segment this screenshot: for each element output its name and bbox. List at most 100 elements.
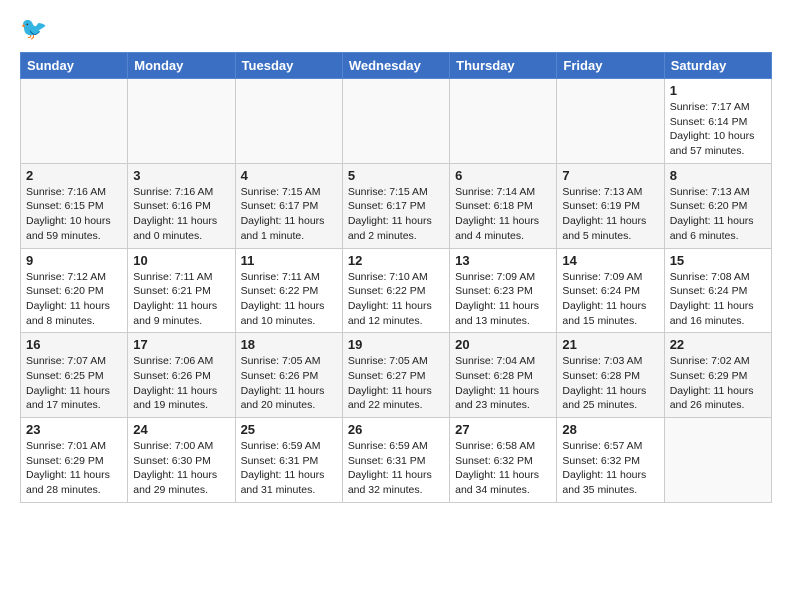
calendar-day-cell: 16 Sunrise: 7:07 AM Sunset: 6:25 PM Dayli…	[21, 333, 128, 418]
day-number: 17	[133, 337, 229, 352]
calendar-day-cell	[128, 79, 235, 164]
calendar-day-cell: 17 Sunrise: 7:06 AM Sunset: 6:26 PM Dayli…	[128, 333, 235, 418]
day-info: Sunrise: 7:16 AM Sunset: 6:15 PM Dayligh…	[26, 185, 122, 244]
calendar-day-cell: 18 Sunrise: 7:05 AM Sunset: 6:26 PM Dayli…	[235, 333, 342, 418]
page: 🐦 SundayMondayTuesdayWednesdayThursdayFr…	[0, 0, 792, 519]
day-number: 19	[348, 337, 444, 352]
calendar-day-cell	[450, 79, 557, 164]
day-info: Sunrise: 7:00 AM Sunset: 6:30 PM Dayligh…	[133, 439, 229, 498]
day-number: 10	[133, 253, 229, 268]
day-number: 9	[26, 253, 122, 268]
day-info: Sunrise: 7:05 AM Sunset: 6:26 PM Dayligh…	[241, 354, 337, 413]
calendar-day-cell: 12 Sunrise: 7:10 AM Sunset: 6:22 PM Dayli…	[342, 248, 449, 333]
day-number: 3	[133, 168, 229, 183]
day-info: Sunrise: 7:02 AM Sunset: 6:29 PM Dayligh…	[670, 354, 766, 413]
calendar-day-cell: 15 Sunrise: 7:08 AM Sunset: 6:24 PM Dayli…	[664, 248, 771, 333]
day-info: Sunrise: 7:13 AM Sunset: 6:20 PM Dayligh…	[670, 185, 766, 244]
day-info: Sunrise: 7:10 AM Sunset: 6:22 PM Dayligh…	[348, 270, 444, 329]
day-number: 20	[455, 337, 551, 352]
day-number: 23	[26, 422, 122, 437]
day-number: 28	[562, 422, 658, 437]
day-number: 7	[562, 168, 658, 183]
day-info: Sunrise: 7:09 AM Sunset: 6:23 PM Dayligh…	[455, 270, 551, 329]
calendar-day-cell: 2 Sunrise: 7:16 AM Sunset: 6:15 PM Daylig…	[21, 163, 128, 248]
calendar-day-cell: 28 Sunrise: 6:57 AM Sunset: 6:32 PM Dayli…	[557, 418, 664, 503]
day-info: Sunrise: 7:11 AM Sunset: 6:22 PM Dayligh…	[241, 270, 337, 329]
day-info: Sunrise: 7:04 AM Sunset: 6:28 PM Dayligh…	[455, 354, 551, 413]
day-info: Sunrise: 7:06 AM Sunset: 6:26 PM Dayligh…	[133, 354, 229, 413]
day-number: 24	[133, 422, 229, 437]
day-info: Sunrise: 7:16 AM Sunset: 6:16 PM Dayligh…	[133, 185, 229, 244]
day-number: 16	[26, 337, 122, 352]
day-info: Sunrise: 7:01 AM Sunset: 6:29 PM Dayligh…	[26, 439, 122, 498]
day-number: 2	[26, 168, 122, 183]
calendar-day-header: Thursday	[450, 53, 557, 79]
calendar-header-row: SundayMondayTuesdayWednesdayThursdayFrid…	[21, 53, 772, 79]
calendar-day-cell: 20 Sunrise: 7:04 AM Sunset: 6:28 PM Dayli…	[450, 333, 557, 418]
day-info: Sunrise: 6:59 AM Sunset: 6:31 PM Dayligh…	[241, 439, 337, 498]
day-number: 8	[670, 168, 766, 183]
calendar-day-cell	[342, 79, 449, 164]
day-number: 25	[241, 422, 337, 437]
day-info: Sunrise: 7:17 AM Sunset: 6:14 PM Dayligh…	[670, 100, 766, 159]
calendar-day-cell: 4 Sunrise: 7:15 AM Sunset: 6:17 PM Daylig…	[235, 163, 342, 248]
calendar-week-row: 23 Sunrise: 7:01 AM Sunset: 6:29 PM Dayli…	[21, 418, 772, 503]
calendar-day-header: Sunday	[21, 53, 128, 79]
day-number: 12	[348, 253, 444, 268]
day-info: Sunrise: 7:12 AM Sunset: 6:20 PM Dayligh…	[26, 270, 122, 329]
calendar-day-cell: 14 Sunrise: 7:09 AM Sunset: 6:24 PM Dayli…	[557, 248, 664, 333]
calendar-week-row: 2 Sunrise: 7:16 AM Sunset: 6:15 PM Daylig…	[21, 163, 772, 248]
calendar-day-cell: 26 Sunrise: 6:59 AM Sunset: 6:31 PM Dayli…	[342, 418, 449, 503]
calendar-day-cell: 3 Sunrise: 7:16 AM Sunset: 6:16 PM Daylig…	[128, 163, 235, 248]
logo: 🐦	[20, 16, 51, 42]
calendar-day-cell	[557, 79, 664, 164]
calendar-day-cell: 23 Sunrise: 7:01 AM Sunset: 6:29 PM Dayli…	[21, 418, 128, 503]
calendar-day-header: Wednesday	[342, 53, 449, 79]
day-number: 26	[348, 422, 444, 437]
day-info: Sunrise: 7:11 AM Sunset: 6:21 PM Dayligh…	[133, 270, 229, 329]
day-number: 22	[670, 337, 766, 352]
day-number: 27	[455, 422, 551, 437]
day-number: 21	[562, 337, 658, 352]
calendar-day-cell: 11 Sunrise: 7:11 AM Sunset: 6:22 PM Dayli…	[235, 248, 342, 333]
day-info: Sunrise: 7:09 AM Sunset: 6:24 PM Dayligh…	[562, 270, 658, 329]
calendar-day-cell	[235, 79, 342, 164]
day-info: Sunrise: 6:58 AM Sunset: 6:32 PM Dayligh…	[455, 439, 551, 498]
calendar-day-cell	[21, 79, 128, 164]
calendar-day-cell: 19 Sunrise: 7:05 AM Sunset: 6:27 PM Dayli…	[342, 333, 449, 418]
day-info: Sunrise: 7:15 AM Sunset: 6:17 PM Dayligh…	[348, 185, 444, 244]
calendar-day-cell: 10 Sunrise: 7:11 AM Sunset: 6:21 PM Dayli…	[128, 248, 235, 333]
calendar-day-cell: 7 Sunrise: 7:13 AM Sunset: 6:19 PM Daylig…	[557, 163, 664, 248]
day-number: 18	[241, 337, 337, 352]
calendar-day-cell: 5 Sunrise: 7:15 AM Sunset: 6:17 PM Daylig…	[342, 163, 449, 248]
calendar-day-cell: 27 Sunrise: 6:58 AM Sunset: 6:32 PM Dayli…	[450, 418, 557, 503]
day-number: 11	[241, 253, 337, 268]
day-number: 1	[670, 83, 766, 98]
day-info: Sunrise: 7:05 AM Sunset: 6:27 PM Dayligh…	[348, 354, 444, 413]
calendar-day-cell: 1 Sunrise: 7:17 AM Sunset: 6:14 PM Daylig…	[664, 79, 771, 164]
calendar-day-header: Tuesday	[235, 53, 342, 79]
day-info: Sunrise: 7:07 AM Sunset: 6:25 PM Dayligh…	[26, 354, 122, 413]
day-number: 5	[348, 168, 444, 183]
logo-bird-icon: 🐦	[20, 16, 47, 42]
calendar-week-row: 16 Sunrise: 7:07 AM Sunset: 6:25 PM Dayli…	[21, 333, 772, 418]
day-info: Sunrise: 7:03 AM Sunset: 6:28 PM Dayligh…	[562, 354, 658, 413]
day-number: 15	[670, 253, 766, 268]
calendar-day-cell: 9 Sunrise: 7:12 AM Sunset: 6:20 PM Daylig…	[21, 248, 128, 333]
day-info: Sunrise: 7:13 AM Sunset: 6:19 PM Dayligh…	[562, 185, 658, 244]
calendar-table: SundayMondayTuesdayWednesdayThursdayFrid…	[20, 52, 772, 503]
calendar-week-row: 9 Sunrise: 7:12 AM Sunset: 6:20 PM Daylig…	[21, 248, 772, 333]
day-info: Sunrise: 7:08 AM Sunset: 6:24 PM Dayligh…	[670, 270, 766, 329]
day-info: Sunrise: 6:59 AM Sunset: 6:31 PM Dayligh…	[348, 439, 444, 498]
header: 🐦	[20, 16, 772, 42]
calendar-day-cell: 21 Sunrise: 7:03 AM Sunset: 6:28 PM Dayli…	[557, 333, 664, 418]
calendar-day-header: Saturday	[664, 53, 771, 79]
day-info: Sunrise: 6:57 AM Sunset: 6:32 PM Dayligh…	[562, 439, 658, 498]
day-info: Sunrise: 7:15 AM Sunset: 6:17 PM Dayligh…	[241, 185, 337, 244]
calendar-day-cell: 13Sunrise: 7:09 AM Sunset: 6:23 PM Dayli…	[450, 248, 557, 333]
day-number: 4	[241, 168, 337, 183]
calendar-day-cell: 8 Sunrise: 7:13 AM Sunset: 6:20 PM Daylig…	[664, 163, 771, 248]
day-number: 6	[455, 168, 551, 183]
calendar-day-header: Friday	[557, 53, 664, 79]
day-number: 14	[562, 253, 658, 268]
